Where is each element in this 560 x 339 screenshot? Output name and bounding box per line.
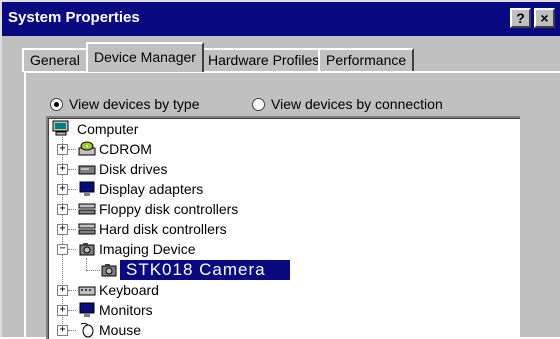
expand-disk-drives-button[interactable]: + [57, 164, 68, 175]
view-by-type-label: View devices by type [69, 96, 200, 112]
monitor-icon [79, 302, 95, 317]
view-by-type-option[interactable]: View devices by type [50, 96, 199, 112]
expand-monitors-button[interactable]: + [57, 305, 68, 316]
hard-disk-controller-icon [78, 223, 96, 235]
computer-icon [52, 120, 69, 136]
view-by-connection-option[interactable]: View devices by connection [252, 96, 443, 112]
tree-connector [68, 249, 76, 250]
camera-icon [101, 264, 117, 277]
tree-item-imaging-device[interactable]: Imaging Device [99, 240, 196, 258]
view-by-connection-radio[interactable] [252, 97, 265, 111]
tree-connector [86, 258, 87, 270]
tree-connector [68, 209, 76, 210]
disk-drive-icon [78, 165, 96, 175]
tab-hardware-profiles[interactable]: Hardware Profiles [200, 48, 328, 72]
expand-keyboard-button[interactable]: + [57, 285, 68, 296]
keyboard-icon [78, 286, 96, 296]
expand-display-adapters-button[interactable]: + [57, 184, 68, 195]
system-properties-window: System Properties ? × General Device Man… [0, 0, 560, 339]
display-adapter-icon [79, 181, 95, 196]
tree-connector [68, 290, 76, 291]
tree-item-monitors[interactable]: Monitors [99, 301, 153, 319]
tree-connector [68, 169, 76, 170]
tree-connector [68, 310, 76, 311]
help-button[interactable]: ? [510, 8, 531, 28]
tree-item-mouse[interactable]: Mouse [99, 321, 141, 339]
expand-cdrom-button[interactable]: + [57, 144, 68, 155]
cdrom-icon [78, 141, 96, 156]
tree-item-display-adapters[interactable]: Display adapters [99, 180, 203, 198]
expand-mouse-button[interactable]: + [57, 325, 68, 336]
tree-item-stk018-camera-selected[interactable]: STK018 Camera [120, 260, 290, 280]
title-bar[interactable]: System Properties ? × [2, 2, 560, 36]
expand-hard-disk-controllers-button[interactable]: + [57, 224, 68, 235]
tree-item-floppy-disk-controllers[interactable]: Floppy disk controllers [99, 200, 238, 218]
collapse-imaging-device-button[interactable]: − [57, 244, 68, 255]
tree-item-hard-disk-controllers[interactable]: Hard disk controllers [99, 220, 227, 238]
tree-connector [68, 330, 76, 331]
tree-connector [68, 149, 76, 150]
window-title: System Properties [8, 9, 140, 26]
tab-performance[interactable]: Performance [318, 48, 415, 72]
imaging-device-icon [79, 243, 95, 256]
floppy-controller-icon [78, 203, 96, 215]
tree-item-cdrom[interactable]: CDROM [99, 140, 152, 158]
tree-connector [86, 270, 100, 271]
view-by-type-radio[interactable] [50, 97, 63, 111]
tree-connector [68, 189, 76, 190]
mouse-icon [80, 322, 94, 338]
tree-item-keyboard[interactable]: Keyboard [99, 281, 159, 299]
tree-connector [68, 229, 76, 230]
close-button[interactable]: × [534, 8, 555, 28]
tree-root-computer[interactable]: Computer [77, 120, 138, 138]
tab-general[interactable]: General [22, 48, 88, 72]
tab-device-manager[interactable]: Device Manager [86, 42, 204, 72]
expand-floppy-controllers-button[interactable]: + [57, 204, 68, 215]
tree-item-disk-drives[interactable]: Disk drives [99, 160, 167, 178]
view-by-connection-label: View devices by connection [271, 96, 443, 112]
